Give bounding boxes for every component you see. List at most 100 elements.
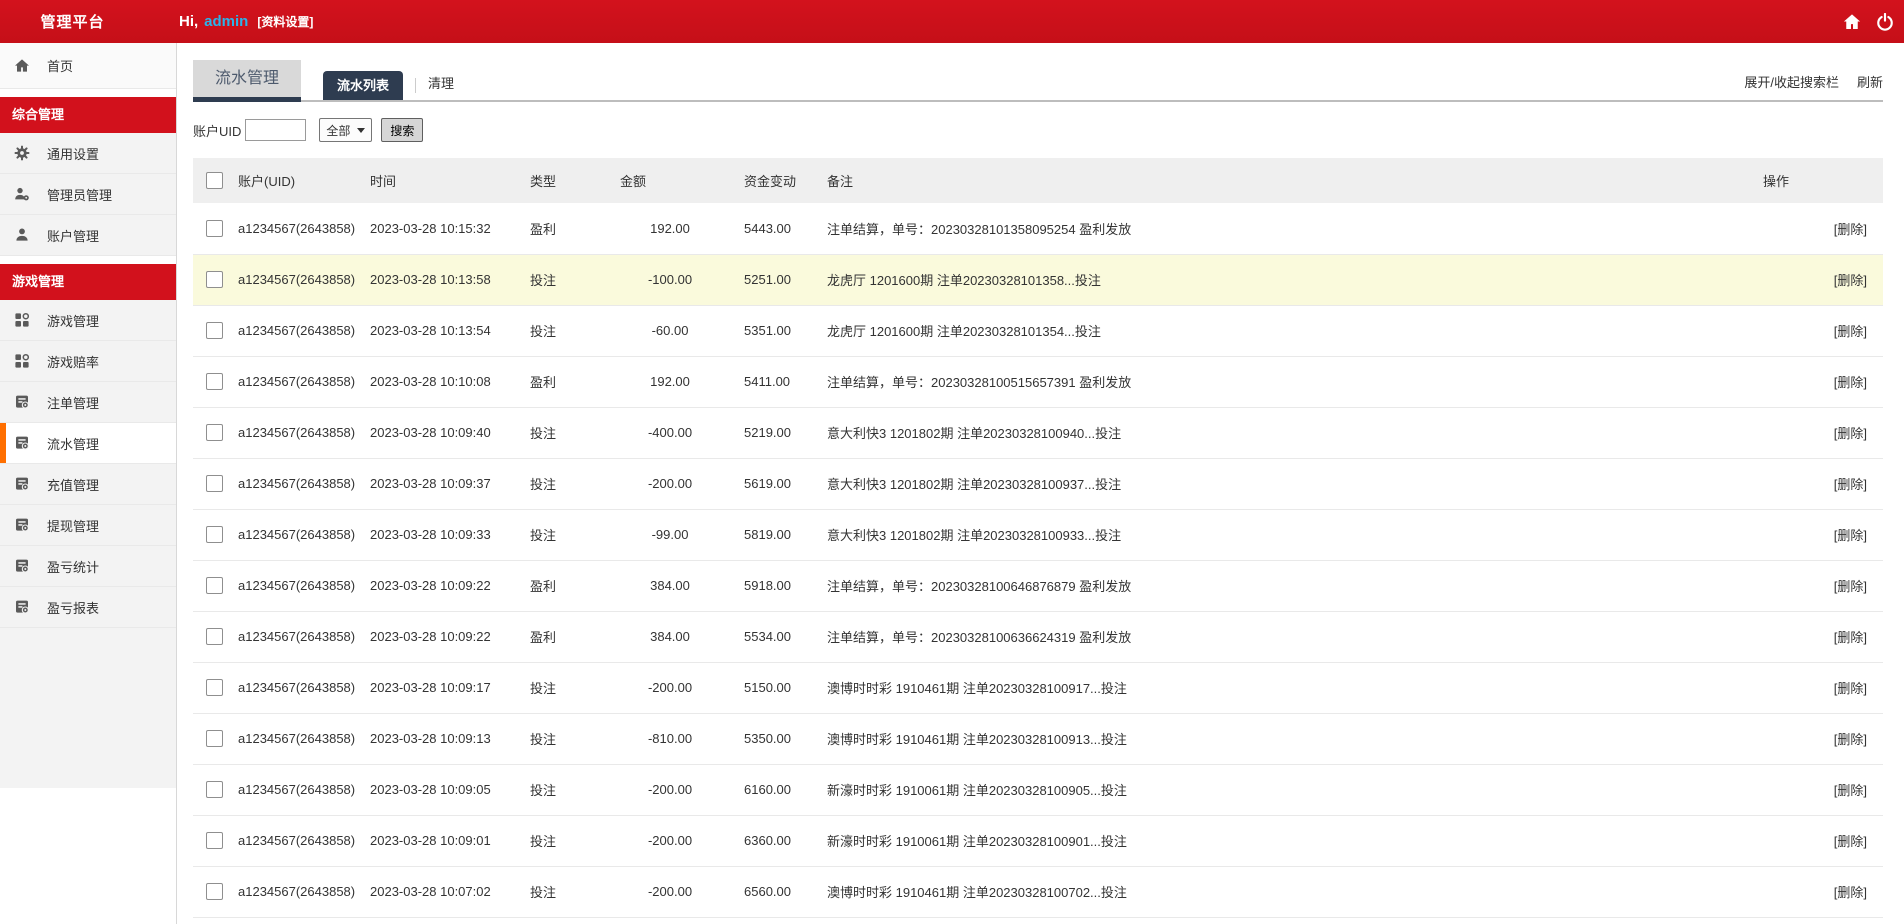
row-checkbox[interactable] <box>206 322 223 340</box>
cell-checkbox <box>193 560 238 611</box>
delete-link[interactable]: [删除] <box>1834 477 1867 492</box>
row-checkbox[interactable] <box>206 832 223 850</box>
table-row: a1234567(2643858) 2023-03-28 10:09:05 投注 -2… <box>193 764 1883 815</box>
sidebar-section-games[interactable]: 游戏管理 <box>0 264 176 300</box>
row-checkbox[interactable] <box>206 373 223 391</box>
sidebar-item-account-management[interactable]: 账户管理 <box>0 215 176 256</box>
cell-amount: -200.00 <box>647 476 693 491</box>
sidebar-item-game-management[interactable]: 游戏管理 <box>0 300 176 341</box>
sidebar-section-comprehensive[interactable]: 综合管理 <box>0 97 176 133</box>
cell-account: a1234567(2643858) <box>238 527 356 542</box>
grid-icon <box>14 353 30 369</box>
chevron-down-icon <box>357 127 366 133</box>
sidebar-item-profit-loss-stats[interactable]: 盈亏统计 <box>0 546 176 587</box>
sidebar: 首页 综合管理 通用设置 管理员管理 账户管理 游戏管理 游戏管理 游戏赔率 注单管理 流水管理充… <box>0 43 177 924</box>
power-icon[interactable] <box>1876 12 1894 31</box>
delete-link[interactable]: [删除] <box>1834 681 1867 696</box>
cell-amount: 192.00 <box>650 220 690 236</box>
cell-action: [删除] <box>1763 254 1883 305</box>
refresh-link[interactable]: 刷新 <box>1857 72 1883 91</box>
col-amount: 金额 <box>620 174 647 189</box>
content-area: 流水管理 流水列表 清理 展开/收起搜索栏 刷新 账户UID 全部 搜索 账户(… <box>177 43 1904 924</box>
delete-link[interactable]: [删除] <box>1834 834 1867 849</box>
tab-flow-list[interactable]: 流水列表 <box>323 71 404 100</box>
delete-link[interactable]: [删除] <box>1834 222 1867 237</box>
account-uid-input[interactable] <box>245 119 307 141</box>
cell-action: [删除] <box>1763 458 1883 509</box>
row-checkbox[interactable] <box>206 271 223 289</box>
row-checkbox[interactable] <box>206 219 223 237</box>
sidebar-item-home[interactable]: 首页 <box>0 43 176 89</box>
grid-icon <box>14 312 30 328</box>
sidebar-item-label: 游戏管理 <box>47 313 100 329</box>
delete-link[interactable]: [删除] <box>1834 579 1867 594</box>
cell-checkbox <box>193 509 238 560</box>
sidebar-item-game-odds[interactable]: 游戏赔率 <box>0 341 176 382</box>
row-checkbox[interactable] <box>206 424 223 442</box>
cell-remark: 澳博时时彩 1910461期 注单20230328100917...投注 <box>827 681 1127 696</box>
delete-link[interactable]: [删除] <box>1834 732 1867 747</box>
header-select-all <box>193 158 238 203</box>
sidebar-item-withdrawal-management[interactable]: 提现管理 <box>0 505 176 546</box>
cell-time: 2023-03-28 10:13:54 <box>370 323 491 338</box>
cell-balance-change: 6560.00 <box>744 884 791 899</box>
delete-link[interactable]: [删除] <box>1834 426 1867 441</box>
sidebar-item-label: 提现管理 <box>47 518 100 534</box>
report-icon <box>14 517 30 533</box>
type-select-value: 全部 <box>326 123 351 138</box>
report-icon <box>14 476 30 492</box>
cell-remark: 意大利快3 1201802期 注单20230328100940...投注 <box>827 426 1122 441</box>
row-checkbox[interactable] <box>206 475 223 493</box>
sidebar-item-recharge-management[interactable]: 充值管理 <box>0 464 176 505</box>
delete-link[interactable]: [删除] <box>1834 273 1867 288</box>
table-row: a1234567(2643858) 2023-03-28 10:09:01 投注 -2… <box>193 815 1883 866</box>
delete-link[interactable]: [删除] <box>1834 528 1867 543</box>
delete-link[interactable]: [删除] <box>1834 885 1867 900</box>
cell-amount: -810.00 <box>647 731 693 746</box>
profile-settings-link[interactable]: [资料设置] <box>257 13 313 30</box>
col-balance-change: 资金变动 <box>744 174 797 189</box>
row-checkbox[interactable] <box>206 628 223 646</box>
report-icon <box>14 599 30 615</box>
tab-clean[interactable]: 清理 <box>428 73 454 92</box>
search-button[interactable]: 搜索 <box>381 118 424 142</box>
toggle-search-bar-link[interactable]: 展开/收起搜索栏 <box>1744 72 1839 91</box>
sidebar-item-profit-loss-report[interactable]: 盈亏报表 <box>0 587 176 628</box>
tab-divider <box>415 78 417 93</box>
select-all-checkbox[interactable] <box>206 172 223 190</box>
cell-remark: 注单结算，单号：20230328101358095254 盈利发放 <box>827 221 1132 237</box>
row-checkbox[interactable] <box>206 883 223 901</box>
cell-account: a1234567(2643858) <box>238 476 356 491</box>
cell-remark: 注单结算，单号：20230328100646876879 盈利发放 <box>827 579 1132 594</box>
row-checkbox[interactable] <box>206 781 223 799</box>
cell-checkbox <box>193 764 238 815</box>
sidebar-item-label: 盈亏报表 <box>47 600 100 616</box>
cell-checkbox <box>193 611 238 662</box>
cell-remark: 意大利快3 1201802期 注单20230328100933...投注 <box>827 528 1122 543</box>
type-select[interactable]: 全部 <box>319 118 373 142</box>
cell-account: a1234567(2643858) <box>238 680 356 695</box>
delete-link[interactable]: [删除] <box>1834 783 1867 798</box>
delete-link[interactable]: [删除] <box>1834 324 1867 339</box>
cell-checkbox <box>193 713 238 764</box>
home-icon[interactable] <box>1843 13 1861 31</box>
table-header-row: 账户(UID) 时间 类型 金额 资金变动 备注 操作 <box>193 158 1883 203</box>
cell-account: a1234567(2643858) <box>238 884 356 899</box>
delete-link[interactable]: [删除] <box>1834 630 1867 645</box>
cell-balance-change: 5619.00 <box>744 476 791 491</box>
sidebar-item-general-settings[interactable]: 通用设置 <box>0 133 176 174</box>
row-checkbox[interactable] <box>206 730 223 748</box>
cell-time: 2023-03-28 10:15:32 <box>370 220 491 236</box>
row-checkbox[interactable] <box>206 577 223 595</box>
cell-balance-change: 6160.00 <box>744 782 791 797</box>
delete-link[interactable]: [删除] <box>1834 375 1867 390</box>
row-checkbox[interactable] <box>206 526 223 544</box>
table-row: a1234567(2643858) 2023-03-28 10:13:58 投注 -1… <box>193 254 1883 305</box>
sidebar-item-bet-order-management[interactable]: 注单管理 <box>0 382 176 423</box>
cell-remark: 龙虎厅 1201600期 注单20230328101358...投注 <box>827 273 1101 288</box>
table-row: a1234567(2643858) 2023-03-28 10:09:22 盈利 38… <box>193 611 1883 662</box>
row-checkbox[interactable] <box>206 679 223 697</box>
cell-action: [删除] <box>1763 866 1883 917</box>
sidebar-item-flow-management[interactable]: 流水管理 <box>0 423 176 464</box>
sidebar-item-admin-management[interactable]: 管理员管理 <box>0 174 176 215</box>
